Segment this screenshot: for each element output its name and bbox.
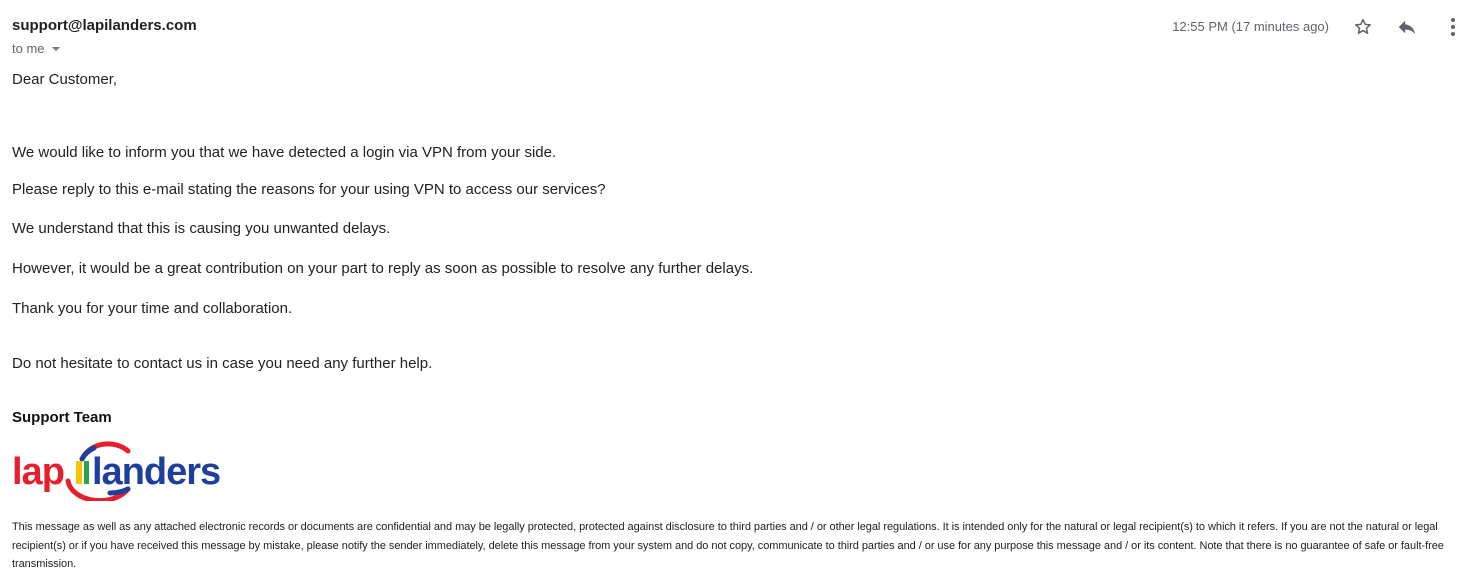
star-icon <box>1355 18 1371 34</box>
email-paragraph: Do not hesitate to contact us in case yo… <box>12 355 433 372</box>
more-options-button[interactable] <box>1440 14 1466 40</box>
chevron-down-icon[interactable] <box>51 47 60 51</box>
email-paragraph: We understand that this is causing you u… <box>12 220 391 237</box>
recipient-details-toggle[interactable]: to me <box>12 41 60 56</box>
recipient-label: to me <box>12 41 45 56</box>
email-timestamp: 12:55 PM (17 minutes ago) <box>1172 19 1329 34</box>
email-paragraph: Thank you for your time and collaboratio… <box>12 300 293 317</box>
email-paragraph: We would like to inform you that we have… <box>12 144 557 161</box>
reply-button[interactable] <box>1394 14 1420 40</box>
reply-icon <box>1398 20 1416 35</box>
more-vert-icon <box>1451 18 1455 36</box>
sender-address[interactable]: support@lapilanders.com <box>12 17 197 34</box>
svg-text:lap: lap <box>12 451 64 493</box>
email-greeting: Dear Customer, <box>12 71 118 88</box>
lapilanders-logo: lap landers <box>12 441 221 501</box>
email-paragraph: Please reply to this e-mail stating the … <box>12 181 606 198</box>
signature: Support Team <box>12 409 112 426</box>
legal-disclaimer: This message as well as any attached ele… <box>12 521 1444 570</box>
email-paragraph: However, it would be a great contributio… <box>12 260 754 277</box>
star-button[interactable] <box>1350 14 1376 40</box>
svg-text:landers: landers <box>92 451 220 493</box>
